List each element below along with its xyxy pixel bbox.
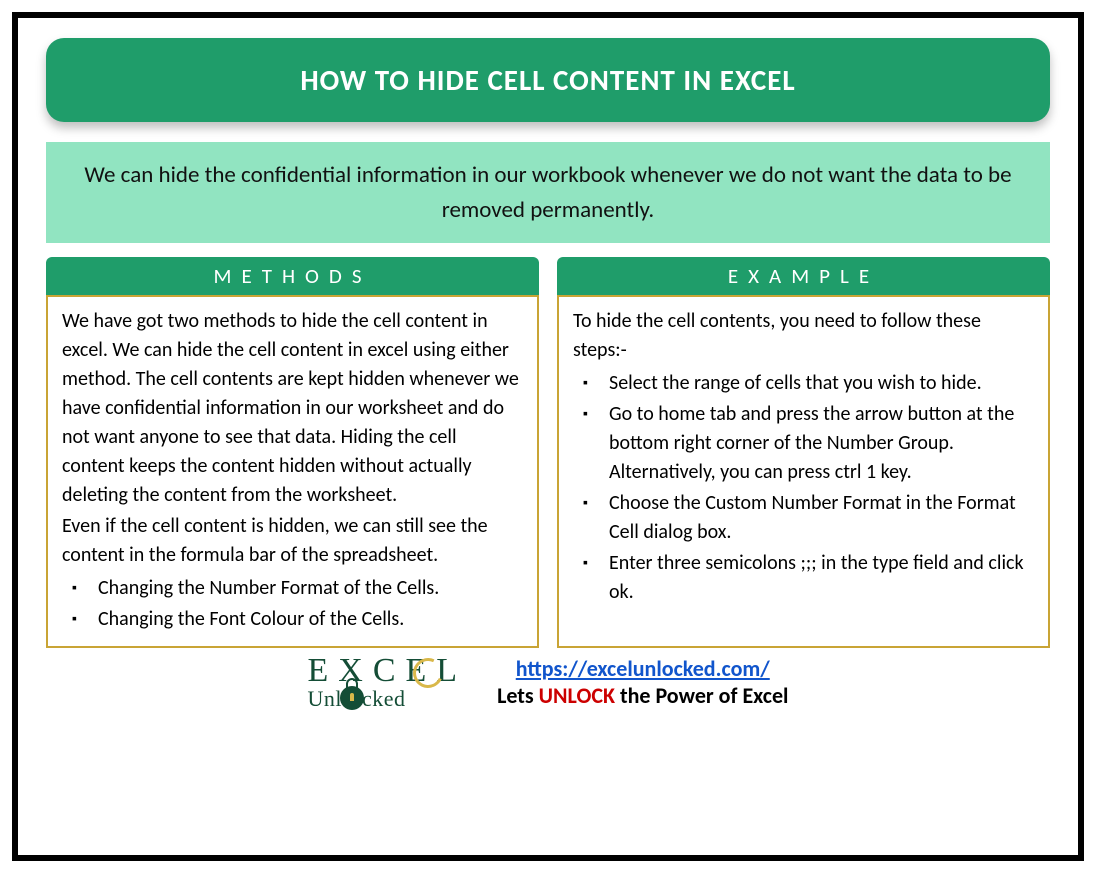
tagline-pre: Lets [497, 682, 539, 709]
tagline-post: the Power of Excel [615, 682, 788, 709]
list-item: Enter three semicolons ;;; in the type f… [597, 549, 1034, 607]
columns-container: METHODS We have got two methods to hide … [46, 257, 1050, 648]
methods-list: Changing the Number Format of the Cells.… [62, 574, 523, 634]
example-list: Select the range of cells that you wish … [573, 369, 1034, 607]
intro-text: We can hide the confidential information… [84, 161, 1011, 224]
lock-icon [340, 686, 364, 710]
list-item: Changing the Font Colour of the Cells. [86, 605, 523, 634]
logo-post: cked [362, 686, 406, 711]
methods-column: METHODS We have got two methods to hide … [46, 257, 539, 648]
footer: EXCEL Unlcked https://excelunlocked.com/… [46, 654, 1050, 710]
list-item: Select the range of cells that you wish … [597, 369, 1034, 398]
website-link[interactable]: https://excelunlocked.com/ [516, 655, 770, 682]
page-title: HOW TO HIDE CELL CONTENT IN EXCEL [300, 62, 795, 98]
brand-logo: EXCEL Unlcked [308, 654, 468, 710]
list-item: Choose the Custom Number Format in the F… [597, 489, 1034, 547]
example-body: To hide the cell contents, you need to f… [557, 295, 1050, 648]
example-column: EXAMPLE To hide the cell contents, you n… [557, 257, 1050, 648]
example-header: EXAMPLE [557, 257, 1050, 295]
methods-para2: Even if the cell content is hidden, we c… [62, 512, 523, 570]
footer-text-block: https://excelunlocked.com/ Lets UNLOCK t… [497, 655, 788, 709]
tagline-unlock: UNLOCK [539, 682, 615, 709]
tagline: Lets UNLOCK the Power of Excel [497, 682, 788, 709]
logo-bottom-text: Unlcked [308, 686, 468, 710]
methods-body: We have got two methods to hide the cell… [46, 295, 539, 648]
logo-pre: Unl [308, 686, 343, 711]
methods-header: METHODS [46, 257, 539, 295]
methods-para1: We have got two methods to hide the cell… [62, 307, 523, 510]
list-item: Go to home tab and press the arrow butto… [597, 400, 1034, 487]
list-item: Changing the Number Format of the Cells. [86, 574, 523, 603]
intro-box: We can hide the confidential information… [46, 142, 1050, 243]
example-para1: To hide the cell contents, you need to f… [573, 307, 1034, 365]
document-frame: HOW TO HIDE CELL CONTENT IN EXCEL We can… [12, 12, 1084, 861]
title-banner: HOW TO HIDE CELL CONTENT IN EXCEL [46, 38, 1050, 122]
